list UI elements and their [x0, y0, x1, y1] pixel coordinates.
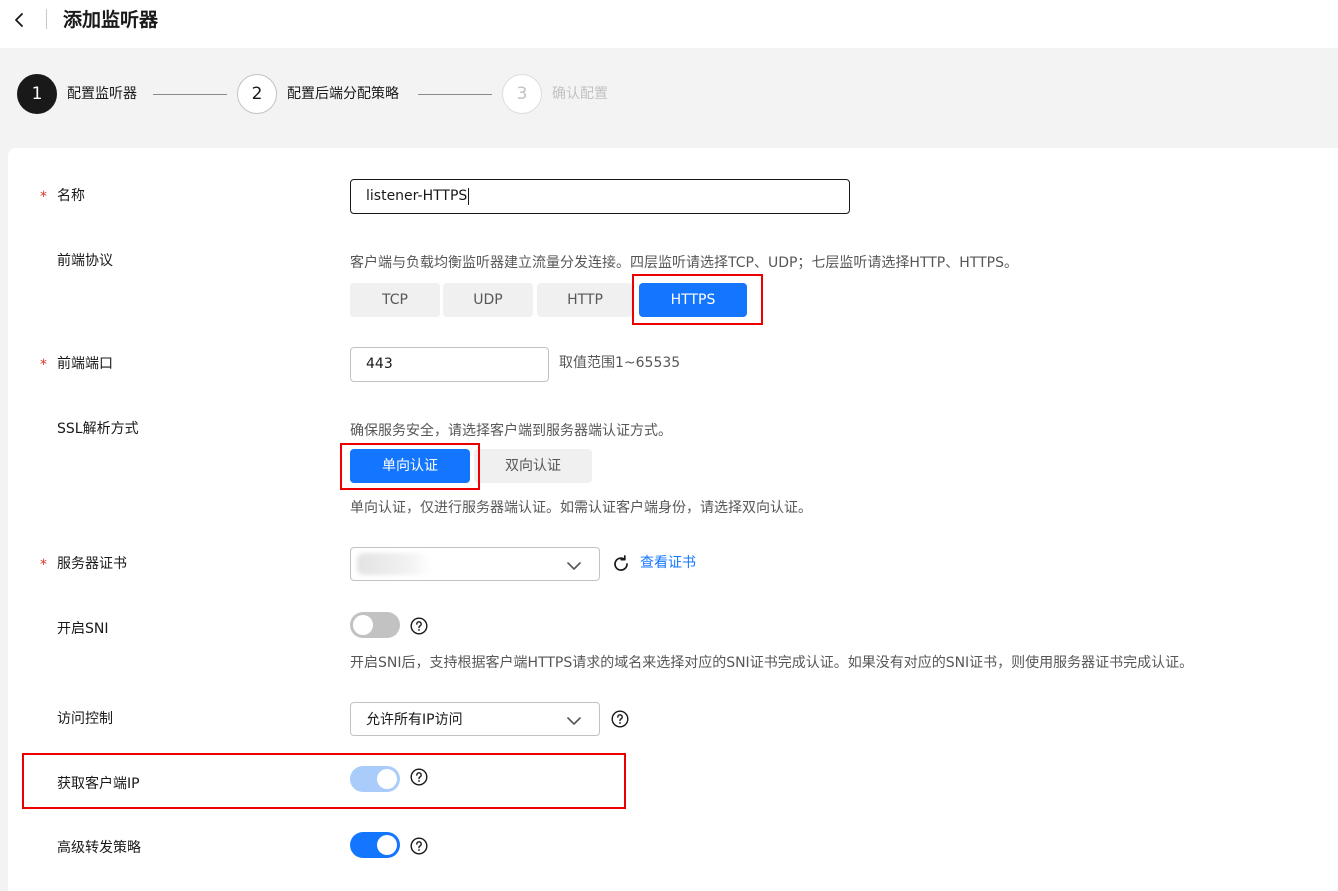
name-label: 名称: [57, 188, 85, 204]
step-1-label: 配置监听器: [67, 86, 137, 102]
protocol-label: 前端协议: [57, 253, 113, 269]
cert-select[interactable]: [350, 547, 600, 581]
step-indicator: 1 配置监听器 2 配置后端分配策略 3 确认配置: [0, 72, 700, 116]
help-icon[interactable]: [410, 768, 428, 786]
refresh-icon[interactable]: [611, 554, 631, 574]
header-divider: [46, 9, 47, 29]
step-2-label: 配置后端分配策略: [287, 86, 399, 102]
ssl-label: SSL解析方式: [57, 421, 139, 437]
highlight-box: [340, 443, 480, 490]
chevron-down-icon: [567, 559, 581, 575]
protocol-option-http[interactable]: HTTP: [537, 283, 633, 317]
chevron-down-icon: [567, 714, 581, 730]
ssl-hint: 确保服务安全，请选择客户端到服务器端认证方式。: [350, 423, 672, 439]
page-title: 添加监听器: [63, 9, 159, 31]
port-label: 前端端口: [57, 356, 113, 372]
step-connector: [153, 94, 227, 95]
required-mark: *: [40, 557, 47, 573]
chevron-left-icon[interactable]: [10, 10, 30, 30]
help-icon[interactable]: [611, 710, 629, 728]
ssl-note: 单向认证，仅进行服务器端认证。如需认证客户端身份，请选择双向认证。: [350, 500, 812, 516]
protocol-hint: 客户端与负载均衡监听器建立流量分发连接。四层监听请选择TCP、UDP；七层监听请…: [350, 255, 1018, 271]
advanced-toggle[interactable]: [350, 832, 400, 858]
port-range-hint: 取值范围1~65535: [559, 355, 681, 371]
step-3-label: 确认配置: [552, 86, 608, 102]
step-2-number: 2: [237, 74, 277, 114]
help-icon[interactable]: [410, 617, 428, 635]
sni-toggle[interactable]: [350, 612, 400, 638]
required-mark: *: [40, 357, 47, 373]
access-select-value: 允许所有IP访问: [366, 712, 463, 728]
help-icon[interactable]: [410, 837, 428, 855]
protocol-option-tcp[interactable]: TCP: [350, 283, 440, 317]
ssl-option-two-way[interactable]: 双向认证: [474, 449, 592, 483]
top-bar: 添加监听器: [0, 0, 1338, 48]
sni-label: 开启SNI: [57, 621, 109, 637]
client-ip-toggle[interactable]: [350, 766, 400, 792]
access-label: 访问控制: [57, 711, 113, 727]
port-input[interactable]: 443: [350, 347, 549, 382]
name-input[interactable]: listener-HTTPS: [350, 179, 850, 214]
name-input-value: listener-HTTPS: [366, 188, 468, 204]
port-input-value: 443: [366, 356, 393, 372]
step-1-number: 1: [17, 74, 57, 114]
advanced-label: 高级转发策略: [57, 840, 141, 856]
cert-label: 服务器证书: [57, 556, 127, 572]
protocol-option-udp[interactable]: UDP: [443, 283, 533, 317]
cert-redacted-value: [357, 553, 431, 575]
sni-note: 开启SNI后，支持根据客户端HTTPS请求的域名来选择对应的SNI证书完成认证。…: [350, 655, 1194, 671]
step-3-number: 3: [502, 74, 542, 114]
required-mark: *: [40, 189, 47, 205]
step-connector: [418, 94, 492, 95]
view-cert-link[interactable]: 查看证书: [640, 553, 696, 573]
access-select[interactable]: 允许所有IP访问: [350, 702, 600, 736]
highlight-box: [632, 274, 763, 325]
client-ip-label: 获取客户端IP: [57, 776, 140, 792]
